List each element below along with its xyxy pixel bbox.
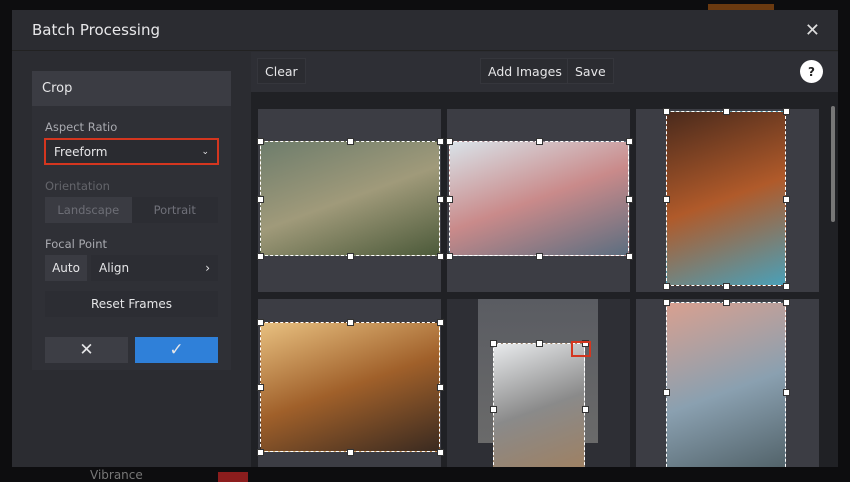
- align-button[interactable]: Align ›: [91, 255, 218, 281]
- close-icon[interactable]: ✕: [805, 20, 820, 41]
- cancel-button[interactable]: ✕: [45, 337, 128, 363]
- crop-handle[interactable]: [437, 196, 444, 203]
- auto-button[interactable]: Auto: [45, 255, 87, 281]
- aspect-ratio-label: Aspect Ratio: [45, 120, 231, 134]
- crop-handle[interactable]: [663, 389, 670, 396]
- crop-handle[interactable]: [437, 319, 444, 326]
- crop-frame[interactable]: [260, 141, 440, 256]
- crop-handle[interactable]: [783, 299, 790, 306]
- crop-handle[interactable]: [663, 108, 670, 115]
- crop-handle[interactable]: [347, 319, 354, 326]
- crop-handle[interactable]: [490, 406, 497, 413]
- crop-handle[interactable]: [446, 138, 453, 145]
- crop-handle[interactable]: [783, 108, 790, 115]
- crop-handle[interactable]: [347, 449, 354, 456]
- crop-handle[interactable]: [582, 406, 589, 413]
- crop-handle[interactable]: [723, 299, 730, 306]
- crop-handle[interactable]: [490, 340, 497, 347]
- apply-button[interactable]: ✓: [135, 337, 218, 363]
- dialog-title: Batch Processing: [32, 21, 160, 39]
- crop-section-header[interactable]: Crop: [32, 71, 231, 106]
- crop-handle[interactable]: [783, 389, 790, 396]
- crop-handle[interactable]: [446, 196, 453, 203]
- crop-handle[interactable]: [257, 319, 264, 326]
- new-badge: [218, 472, 248, 482]
- crop-handle[interactable]: [257, 253, 264, 260]
- crop-handle[interactable]: [723, 108, 730, 115]
- align-label: Align: [99, 261, 129, 275]
- background-menu-item: Vibrance: [90, 468, 143, 482]
- crop-frame[interactable]: [493, 343, 585, 467]
- image-cell-woman-cliff[interactable]: [447, 299, 630, 467]
- crop-frame[interactable]: [260, 322, 440, 452]
- crop-handle[interactable]: [626, 253, 633, 260]
- crop-handle[interactable]: [257, 196, 264, 203]
- add-images-button[interactable]: Add Images: [480, 58, 570, 84]
- image-cell-lake-sunset[interactable]: [636, 299, 819, 467]
- crop-handle[interactable]: [437, 253, 444, 260]
- aspect-ratio-value: Freeform: [54, 145, 107, 159]
- save-button[interactable]: Save: [567, 58, 614, 84]
- chevron-right-icon: ›: [205, 261, 210, 275]
- crop-handle[interactable]: [663, 299, 670, 306]
- crop-handle[interactable]: [783, 196, 790, 203]
- crop-handle[interactable]: [536, 138, 543, 145]
- image-cell-city-street-taxi[interactable]: [258, 299, 441, 467]
- toolbar: Clear Add Images Save ?: [251, 52, 838, 92]
- crop-handle[interactable]: [663, 283, 670, 290]
- crop-frame[interactable]: [666, 111, 786, 286]
- crop-frame[interactable]: [666, 302, 786, 467]
- orientation-label: Orientation: [45, 179, 231, 193]
- crop-frame[interactable]: [449, 141, 629, 256]
- crop-handle[interactable]: [663, 196, 670, 203]
- crop-handle[interactable]: [257, 138, 264, 145]
- chevron-down-icon: ⌄: [201, 147, 209, 157]
- help-icon[interactable]: ?: [800, 60, 823, 83]
- crop-handle[interactable]: [347, 138, 354, 145]
- crop-handle[interactable]: [783, 283, 790, 290]
- aspect-ratio-select[interactable]: Freeform ⌄: [44, 138, 219, 165]
- crop-handle[interactable]: [257, 384, 264, 391]
- landscape-button[interactable]: Landscape: [45, 197, 132, 223]
- crop-handle[interactable]: [536, 340, 543, 347]
- crop-handle[interactable]: [347, 253, 354, 260]
- image-cell-aerial-river-forest[interactable]: [636, 109, 819, 292]
- crop-handle[interactable]: [257, 449, 264, 456]
- crop-handle[interactable]: [446, 253, 453, 260]
- crop-handle[interactable]: [723, 283, 730, 290]
- portrait-button[interactable]: Portrait: [132, 197, 219, 223]
- scrollbar[interactable]: [831, 106, 835, 222]
- crop-handle[interactable]: [626, 196, 633, 203]
- reset-frames-button[interactable]: Reset Frames: [45, 291, 218, 317]
- image-area: Clear Add Images Save ?: [251, 52, 838, 467]
- crop-handle[interactable]: [437, 384, 444, 391]
- batch-processing-dialog: Batch Processing ✕ Crop Aspect Ratio Fre…: [12, 10, 838, 467]
- highlighted-handle: [571, 341, 591, 357]
- crop-panel: Crop Aspect Ratio Freeform⌄ Orientation …: [32, 71, 231, 370]
- crop-handle[interactable]: [437, 138, 444, 145]
- crop-handle[interactable]: [437, 449, 444, 456]
- clear-button[interactable]: Clear: [257, 58, 306, 84]
- focal-point-label: Focal Point: [45, 237, 231, 251]
- image-cell-greenhouse-woman[interactable]: [258, 109, 441, 292]
- crop-handle[interactable]: [536, 253, 543, 260]
- image-cell-rollercoaster[interactable]: [447, 109, 630, 292]
- crop-handle[interactable]: [626, 138, 633, 145]
